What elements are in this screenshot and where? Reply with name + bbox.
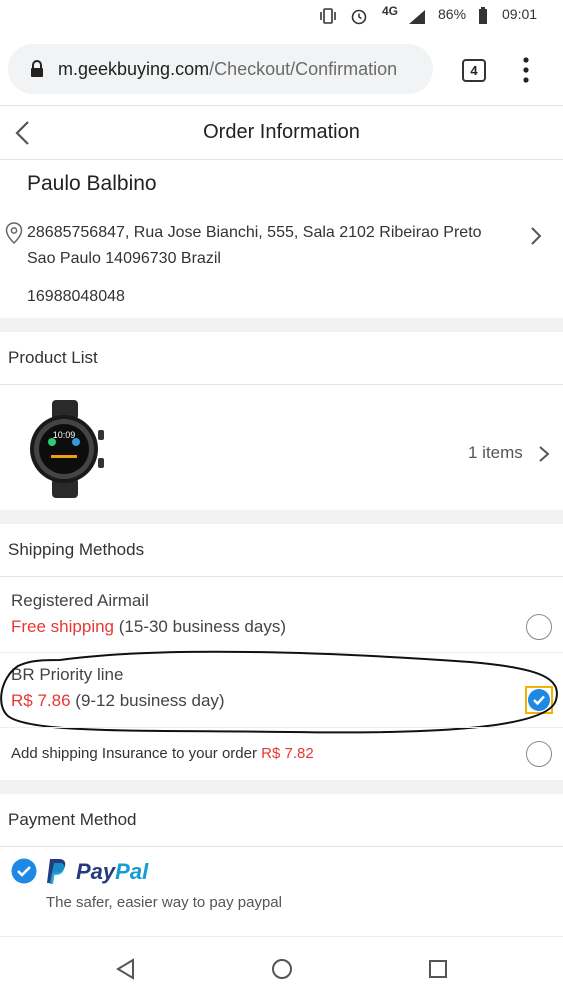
product-list-title: Product List: [8, 348, 98, 367]
items-count[interactable]: 1 items: [468, 443, 523, 463]
page-header: Order Information: [0, 106, 563, 160]
tab-switcher-button[interactable]: 4: [462, 59, 486, 82]
shipping-option-price: R$ 7.86: [11, 691, 71, 710]
shipping-option-price: Free shipping: [11, 617, 115, 636]
shipping-option-days: (15-30 business days): [118, 617, 287, 636]
clock: 09:01: [502, 6, 538, 22]
divider: [0, 576, 563, 577]
page-title: Order Information: [203, 121, 360, 143]
radio-shipping-insurance[interactable]: [526, 741, 552, 767]
shipping-option-detail: Free shipping (15-30 business days): [11, 617, 286, 637]
browser-toolbar: m.geekbuying.com/Checkout/Confirmation 4: [0, 32, 563, 106]
insurance-price: R$ 7.82: [261, 745, 314, 762]
divider: [0, 652, 563, 653]
vibrate-icon: [320, 8, 336, 24]
battery-percent: 86%: [438, 6, 467, 22]
radio-registered-airmail[interactable]: [526, 614, 552, 640]
shipping-address[interactable]: Paulo Balbino 28685756847, Rua Jose Bian…: [0, 160, 563, 318]
address-line: 28685756847, Rua Jose Bianchi, 555, Sala…: [27, 224, 482, 267]
network-label: 4G: [382, 4, 399, 18]
watch-face-time: 10:09: [53, 430, 76, 440]
phone-number: 16988048048: [27, 288, 125, 305]
paypal-selected-check-icon[interactable]: [11, 858, 37, 884]
nav-home-icon[interactable]: [270, 957, 294, 981]
divider: [0, 727, 563, 728]
more-options-icon[interactable]: [518, 56, 534, 84]
shipping-option-name: BR Priority line: [11, 665, 124, 684]
shipping-methods-title: Shipping Methods: [8, 540, 145, 559]
paypal-word-pay: Pay: [76, 859, 116, 884]
alarm-icon: [351, 9, 367, 25]
address-bar[interactable]: m.geekbuying.com/Checkout/Confirmation: [8, 44, 433, 94]
signal-icon: [409, 10, 425, 24]
recipient-name: Paulo Balbino: [27, 172, 157, 195]
paypal-wordmark: PayPal: [76, 859, 148, 885]
paypal-logo-icon: [47, 859, 66, 884]
shipping-option-name: Registered Airmail: [11, 591, 149, 610]
url-text: m.geekbuying.com/Checkout/Confirmation: [58, 59, 397, 80]
payment-method-title: Payment Method: [8, 810, 137, 829]
nav-back-icon[interactable]: [114, 957, 138, 981]
section-divider: [0, 318, 563, 332]
battery-icon: [479, 7, 487, 24]
checkmark-icon: [533, 695, 545, 706]
nav-recents-icon[interactable]: [426, 957, 450, 981]
location-pin-icon: [5, 222, 23, 244]
shipping-insurance-label: Add shipping Insurance to your order R$ …: [11, 745, 314, 762]
paypal-word-pal: Pal: [115, 859, 149, 884]
shipping-option-detail: R$ 7.86 (9-12 business day): [11, 691, 225, 711]
section-divider: [0, 780, 563, 794]
status-bar: 4G 86% 09:01: [0, 0, 563, 32]
chevron-right-icon[interactable]: [538, 445, 550, 463]
url-path: /Checkout/Confirmation: [209, 59, 398, 79]
chevron-right-icon[interactable]: [528, 226, 544, 246]
system-nav-bar: [0, 936, 563, 1000]
smartwatch-product-image[interactable]: 10:09: [22, 400, 106, 498]
paypal-subtitle: The safer, easier way to pay paypal: [46, 894, 282, 911]
radio-br-priority-line[interactable]: [525, 686, 553, 714]
shipping-option-days: (9-12 business day): [75, 691, 225, 710]
insurance-text: Add shipping Insurance to your order: [11, 745, 257, 762]
section-divider: [0, 510, 563, 524]
lock-icon: [31, 60, 43, 77]
url-host: m.geekbuying.com: [58, 59, 210, 79]
checked-circle: [528, 689, 550, 711]
divider: [0, 846, 563, 847]
divider: [0, 384, 563, 385]
